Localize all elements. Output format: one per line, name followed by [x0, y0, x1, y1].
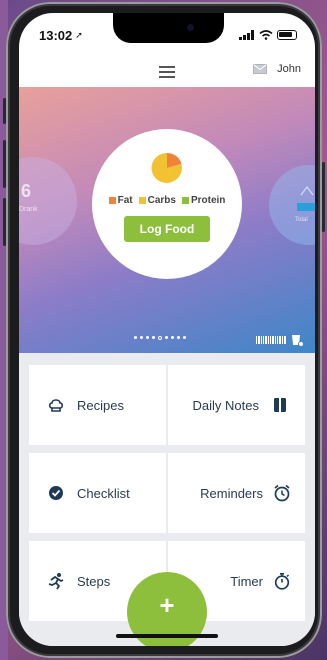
tile-label: Reminders — [200, 485, 263, 501]
nutrition-card[interactable]: Fat Carbs Protein Log Food — [92, 129, 242, 279]
chef-hat-icon — [47, 396, 65, 414]
page-dot[interactable] — [177, 336, 180, 339]
page-dot[interactable] — [171, 336, 174, 339]
battery-icon — [277, 30, 297, 40]
front-camera — [187, 24, 194, 31]
app-header: John — [19, 57, 315, 87]
cellular-signal-icon — [239, 30, 254, 40]
summary-carousel[interactable]: 6 Drank Fat Carbs Protein Log Food Total — [19, 87, 315, 353]
wifi-icon — [259, 30, 273, 40]
page-dot[interactable] — [152, 336, 155, 339]
mail-icon[interactable] — [253, 64, 268, 74]
page-dot[interactable] — [183, 336, 186, 339]
hamburger-icon[interactable] — [159, 66, 175, 78]
page-dot-active[interactable] — [158, 335, 162, 340]
total-progress — [297, 203, 315, 211]
water-card[interactable]: 6 Drank — [19, 157, 77, 245]
app-screen: 13:02 ➚ John 6 Drank Fat Carbs Protein L… — [19, 13, 315, 646]
alarm-clock-icon — [273, 484, 291, 502]
volume-down-button — [3, 198, 6, 246]
cup-icon[interactable] — [290, 333, 304, 347]
stopwatch-icon — [273, 572, 291, 590]
mute-switch — [3, 98, 6, 124]
barcode-icon[interactable] — [256, 336, 286, 344]
tile-daily-notes[interactable]: Daily Notes — [168, 365, 305, 445]
total-card[interactable]: Total — [269, 165, 315, 245]
barcode-scan[interactable] — [256, 333, 304, 347]
pie-chart-icon — [151, 152, 182, 183]
page-dot[interactable] — [146, 336, 149, 339]
water-label: Drank — [19, 206, 38, 213]
tile-label: Checklist — [77, 485, 130, 501]
scale-icon — [300, 185, 314, 196]
page-dot[interactable] — [165, 336, 168, 339]
check-circle-icon — [47, 484, 65, 502]
macro-legend: Fat Carbs Protein — [108, 195, 225, 206]
legend-carbs: Carbs — [138, 195, 176, 206]
user-name[interactable]: John — [277, 63, 301, 75]
tile-label: Daily Notes — [192, 397, 259, 413]
power-button — [322, 162, 325, 232]
tile-reminders[interactable]: Reminders — [168, 453, 305, 533]
notebook-icon — [271, 396, 289, 414]
tile-label: Recipes — [77, 397, 124, 413]
status-time: 13:02 — [39, 27, 73, 43]
tile-label: Steps — [77, 573, 111, 589]
legend-protein: Protein — [181, 195, 225, 206]
page-dot[interactable] — [134, 336, 137, 339]
tile-checklist[interactable]: Checklist — [29, 453, 166, 533]
running-icon — [47, 572, 65, 590]
carousel-pagination[interactable] — [134, 335, 186, 340]
tile-label: Timer — [230, 573, 263, 589]
home-indicator — [116, 634, 218, 638]
legend-fat: Fat — [108, 195, 133, 206]
total-label: Total — [295, 217, 308, 223]
notch — [113, 13, 224, 43]
log-food-button[interactable]: Log Food — [124, 216, 210, 242]
water-count: 6 — [21, 181, 32, 201]
volume-up-button — [3, 140, 6, 188]
location-arrow-icon: ➚ — [75, 29, 83, 40]
page-dot[interactable] — [140, 336, 143, 339]
tile-recipes[interactable]: Recipes — [29, 365, 166, 445]
